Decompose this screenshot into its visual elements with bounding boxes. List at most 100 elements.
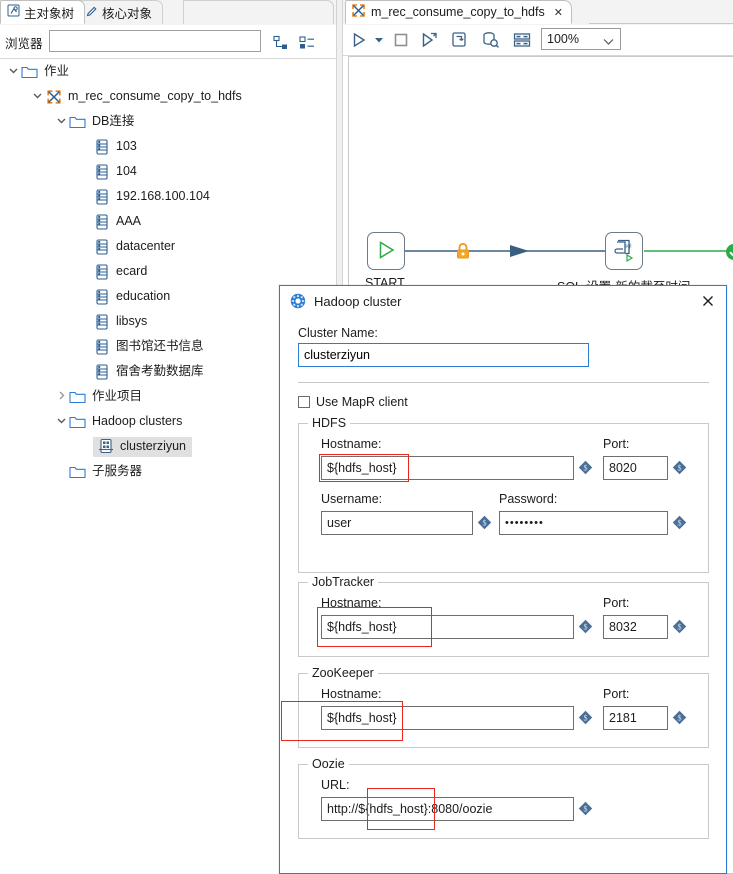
- variable-diamond-icon[interactable]: $: [672, 710, 687, 725]
- hdfs-hostname-label: Hostname:: [321, 437, 382, 451]
- svg-text:$: $: [584, 714, 588, 723]
- hdfs-password-input[interactable]: ••••••••: [499, 511, 668, 535]
- hdfs-username-input[interactable]: user: [321, 511, 473, 535]
- tree-item-content[interactable]: 子服务器: [69, 463, 142, 480]
- variable-diamond-icon[interactable]: $: [578, 801, 593, 816]
- variable-diamond-icon[interactable]: $: [578, 619, 593, 634]
- grid-icon[interactable]: [510, 29, 534, 51]
- tree-item-m-rec-consume-copy-to-hdfs[interactable]: m_rec_consume_copy_to_hdfs: [0, 84, 330, 109]
- chevron-down-icon[interactable]: [32, 90, 45, 103]
- tree-item-content[interactable]: ecard: [93, 263, 147, 280]
- oozie-url-input[interactable]: http://${hdfs_host}:8080/oozie: [321, 797, 574, 821]
- tree-item-content[interactable]: datacenter: [93, 238, 175, 255]
- tree-item-label: 子服务器: [92, 464, 143, 479]
- tree-item-content[interactable]: 宿舍考勤数据库: [93, 363, 204, 380]
- folder-icon: [69, 388, 86, 405]
- tree-item-content[interactable]: 图书馆还书信息: [93, 338, 204, 355]
- tree-item-content[interactable]: 作业项目: [69, 388, 142, 405]
- dialog-titlebar: Hadoop cluster: [280, 286, 726, 316]
- tree-item-content[interactable]: libsys: [93, 313, 147, 330]
- zoom-level-value: 100%: [547, 32, 579, 46]
- tree-item-label: 作业: [44, 64, 70, 79]
- database-icon: [93, 263, 110, 280]
- close-tab-icon[interactable]: ✕: [554, 6, 563, 19]
- database-icon: [93, 138, 110, 155]
- tree-item-104[interactable]: 104: [0, 159, 330, 184]
- variable-diamond-icon[interactable]: $: [578, 460, 593, 475]
- zoom-level-combobox[interactable]: 100%: [541, 28, 621, 50]
- variable-diamond-icon[interactable]: $: [672, 515, 687, 530]
- tab-core-objects[interactable]: 核心对象: [78, 0, 164, 24]
- collapse-all-icon[interactable]: [272, 35, 290, 51]
- tree-twisty-placeholder: [80, 440, 93, 453]
- tree-item-datacenter[interactable]: datacenter: [0, 234, 330, 259]
- debug-icon[interactable]: [417, 29, 441, 51]
- use-mapr-client-checkbox-row[interactable]: Use MapR client: [298, 395, 408, 409]
- chevron-down-icon[interactable]: [603, 35, 614, 49]
- tree-item-[interactable]: 作业: [0, 59, 330, 84]
- svg-text:$: $: [584, 623, 588, 632]
- jobtracker-hostname-input[interactable]: ${hdfs_host}: [321, 615, 574, 639]
- chevron-down-icon[interactable]: [56, 415, 69, 428]
- inspect-icon[interactable]: [479, 29, 503, 51]
- tree-item-content[interactable]: Hadoop clusters: [69, 413, 182, 430]
- tree-item-content[interactable]: 104: [93, 163, 137, 180]
- tree-twisty-placeholder: [80, 190, 93, 203]
- variable-diamond-icon[interactable]: $: [672, 619, 687, 634]
- pencil-icon: [85, 5, 98, 21]
- run-dropdown-arrow-icon[interactable]: [372, 29, 386, 51]
- hadoop-cluster-dialog: Hadoop cluster Cluster Name: Use MapR cl…: [279, 285, 727, 874]
- tree-item-label: m_rec_consume_copy_to_hdfs: [68, 89, 242, 104]
- cluster-name-input[interactable]: [298, 343, 589, 367]
- run-icon[interactable]: [348, 29, 370, 51]
- folder-icon: [21, 63, 38, 80]
- dialog-title: Hadoop cluster: [314, 293, 402, 309]
- chevron-right-icon[interactable]: [56, 390, 69, 403]
- tree-item-label: ecard: [116, 264, 148, 279]
- tree-item-content[interactable]: 103: [93, 138, 137, 155]
- tree-item-aaa[interactable]: AAA: [0, 209, 330, 234]
- stop-icon[interactable]: [390, 29, 412, 51]
- tree-item-label: 192.168.100.104: [116, 189, 210, 204]
- jobtracker-port-input[interactable]: 8032: [603, 615, 668, 639]
- tree-item-content[interactable]: AAA: [93, 213, 141, 230]
- zookeeper-port-label: Port:: [603, 687, 630, 701]
- tree-twisty-placeholder: [80, 165, 93, 178]
- database-icon: [93, 288, 110, 305]
- variable-diamond-icon[interactable]: $: [578, 710, 593, 725]
- lock-icon[interactable]: [455, 242, 471, 263]
- tree-item-ecard[interactable]: ecard: [0, 259, 330, 284]
- variable-diamond-icon[interactable]: $: [672, 460, 687, 475]
- chevron-down-icon[interactable]: [56, 115, 69, 128]
- tree-twisty-placeholder: [80, 215, 93, 228]
- close-icon[interactable]: [700, 293, 716, 309]
- use-mapr-client-checkbox[interactable]: [298, 396, 310, 408]
- jobtracker-port-label: Port:: [603, 596, 630, 610]
- tree-item-selected[interactable]: clusterziyun: [93, 436, 192, 457]
- zookeeper-hostname-input[interactable]: ${hdfs_host}: [321, 706, 574, 730]
- oozie-group-title: Oozie: [308, 757, 349, 771]
- tree-item-content[interactable]: DB连接: [69, 113, 134, 130]
- tree-item-192-168-100-104[interactable]: 192.168.100.104: [0, 184, 330, 209]
- hdfs-port-input[interactable]: 8020: [603, 456, 668, 480]
- tab-job-editor[interactable]: m_rec_consume_copy_to_hdfs ✕: [345, 0, 572, 24]
- chevron-down-icon[interactable]: [8, 65, 21, 78]
- tree-item-content[interactable]: education: [93, 288, 170, 305]
- expand-all-icon[interactable]: [298, 35, 316, 51]
- browser-search-input[interactable]: [49, 30, 261, 52]
- variable-diamond-icon[interactable]: $: [477, 515, 492, 530]
- folder-icon: [69, 113, 86, 130]
- tree-item-content[interactable]: 作业: [21, 63, 69, 80]
- sql-node[interactable]: sql: [605, 232, 643, 270]
- tree-item-103[interactable]: 103: [0, 134, 330, 159]
- preview-icon[interactable]: [448, 29, 472, 51]
- start-node[interactable]: [367, 232, 405, 270]
- tree-item-db[interactable]: DB连接: [0, 109, 330, 134]
- database-icon: [93, 313, 110, 330]
- tree-item-content[interactable]: 192.168.100.104: [93, 188, 210, 205]
- zookeeper-port-input[interactable]: 2181: [603, 706, 668, 730]
- hdfs-hostname-input[interactable]: ${hdfs_host}: [321, 456, 574, 480]
- tab-main-object-tree[interactable]: 主对象树: [0, 0, 86, 24]
- tree-item-content[interactable]: m_rec_consume_copy_to_hdfs: [45, 88, 242, 105]
- hadoop-cluster-icon: [97, 438, 114, 455]
